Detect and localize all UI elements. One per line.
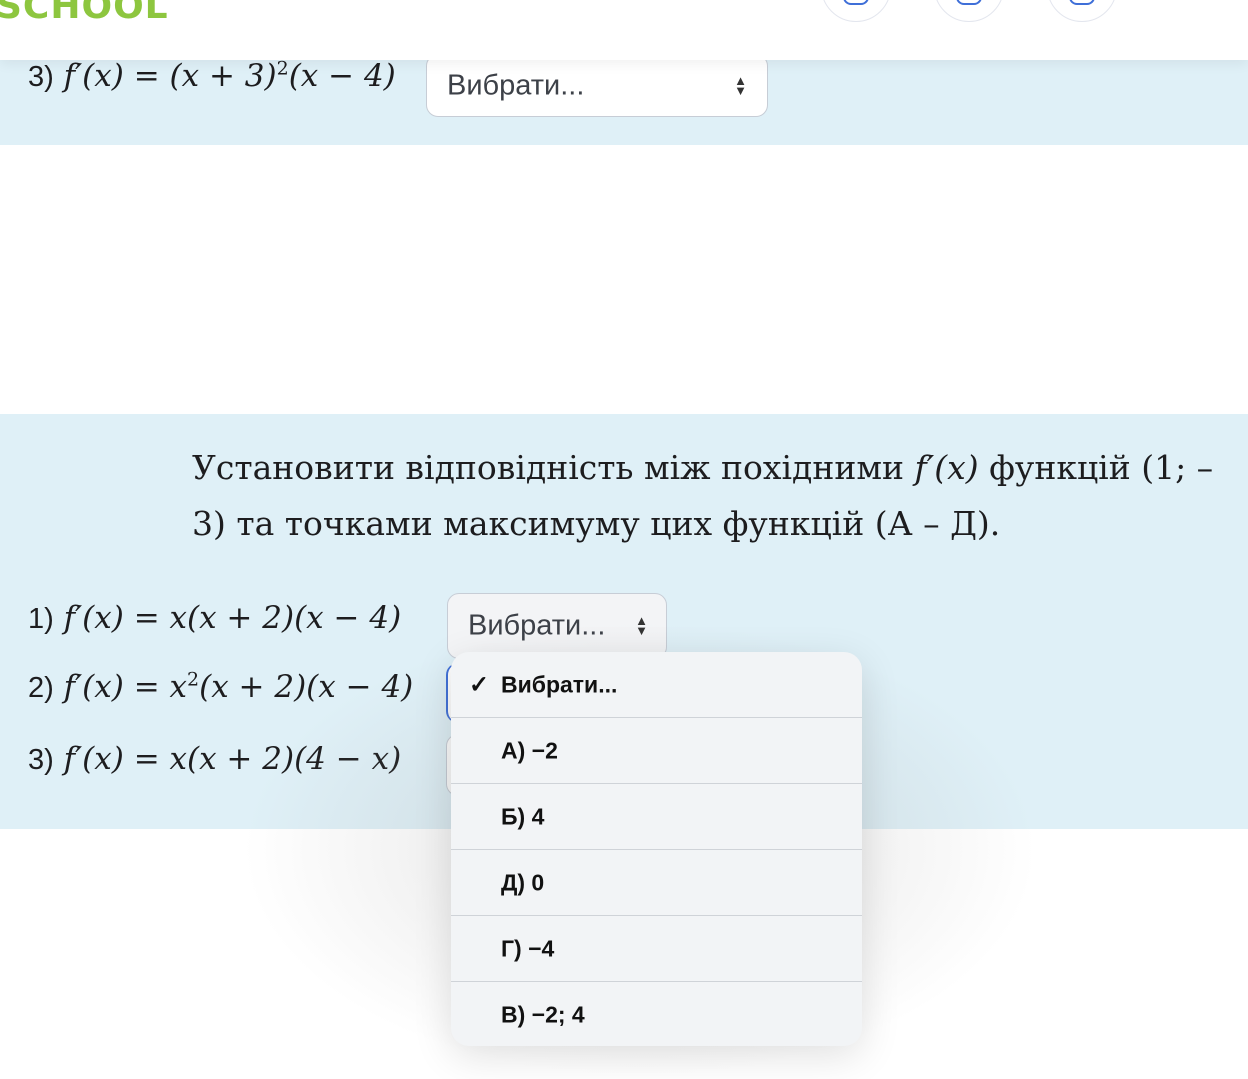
prev-row-3-select[interactable]: Вибрати... ▲ ▼	[426, 54, 768, 117]
chat-icon	[956, 0, 982, 5]
dropdown-option[interactable]: В) −2; 4	[451, 982, 862, 1046]
select-dropdown-menu: ✓ Вибрати... А) −2 Б) 4 Д) 0 Г) −4 В) −2…	[451, 652, 862, 1046]
question-text: Установити відповідність між похідними f…	[192, 448, 1214, 543]
dropdown-option[interactable]: Г) −4	[451, 916, 862, 982]
dropdown-option[interactable]: Д) 0	[451, 850, 862, 916]
user-icon	[1069, 0, 1095, 5]
checkmark-icon: ✓	[469, 671, 490, 698]
bell-icon-button[interactable]	[821, 0, 891, 22]
dropdown-option[interactable]: А) −2	[451, 718, 862, 784]
bell-icon	[843, 0, 869, 5]
prev-row-3-label: 3) f′(x) = (x + 3)2(x − 4)	[28, 57, 396, 94]
user-icon-button[interactable]	[1047, 0, 1117, 22]
top-bar: SCHOOL	[0, 0, 1248, 60]
dropdown-option[interactable]: Б) 4	[451, 784, 862, 850]
dropdown-option[interactable]: ✓ Вибрати...	[451, 652, 862, 718]
select-arrows-icon: ▲▼	[734, 72, 747, 98]
chat-icon-button[interactable]	[934, 0, 1004, 22]
site-logo[interactable]: SCHOOL	[0, 0, 169, 27]
